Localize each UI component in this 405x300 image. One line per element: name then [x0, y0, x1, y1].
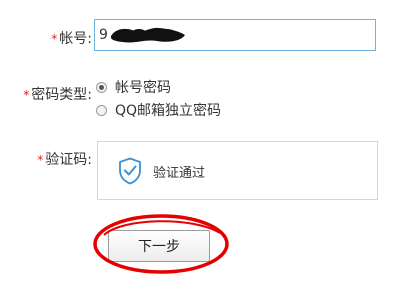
captcha-label-text: 验证码:: [45, 152, 92, 168]
account-input[interactable]: 9: [94, 19, 376, 51]
captcha-verification-box[interactable]: 验证通过: [97, 141, 378, 200]
account-label: * 帐号:: [51, 30, 92, 48]
captcha-label: * 验证码:: [37, 151, 92, 169]
password-type-label: * 密码类型:: [23, 86, 92, 104]
radio-label: 帐号密码: [115, 80, 171, 96]
required-marker: *: [37, 153, 44, 167]
radio-account-password[interactable]: 帐号密码: [96, 78, 171, 96]
required-marker: *: [23, 88, 30, 102]
captcha-status-text: 验证通过: [153, 166, 206, 181]
account-input-value: 9: [99, 27, 108, 43]
radio-label: QQ邮箱独立密码: [115, 103, 222, 119]
next-step-button[interactable]: 下一步: [108, 230, 210, 262]
radio-button-unchecked[interactable]: [96, 104, 107, 116]
password-type-label-text: 密码类型:: [31, 87, 92, 103]
radio-qq-mail-password[interactable]: QQ邮箱独立密码: [96, 101, 221, 119]
account-label-text: 帐号:: [59, 31, 92, 47]
shield-check-icon: [119, 157, 141, 185]
radio-button-checked[interactable]: [96, 81, 107, 93]
required-marker: *: [51, 32, 58, 46]
redaction-scribble: [110, 27, 185, 43]
